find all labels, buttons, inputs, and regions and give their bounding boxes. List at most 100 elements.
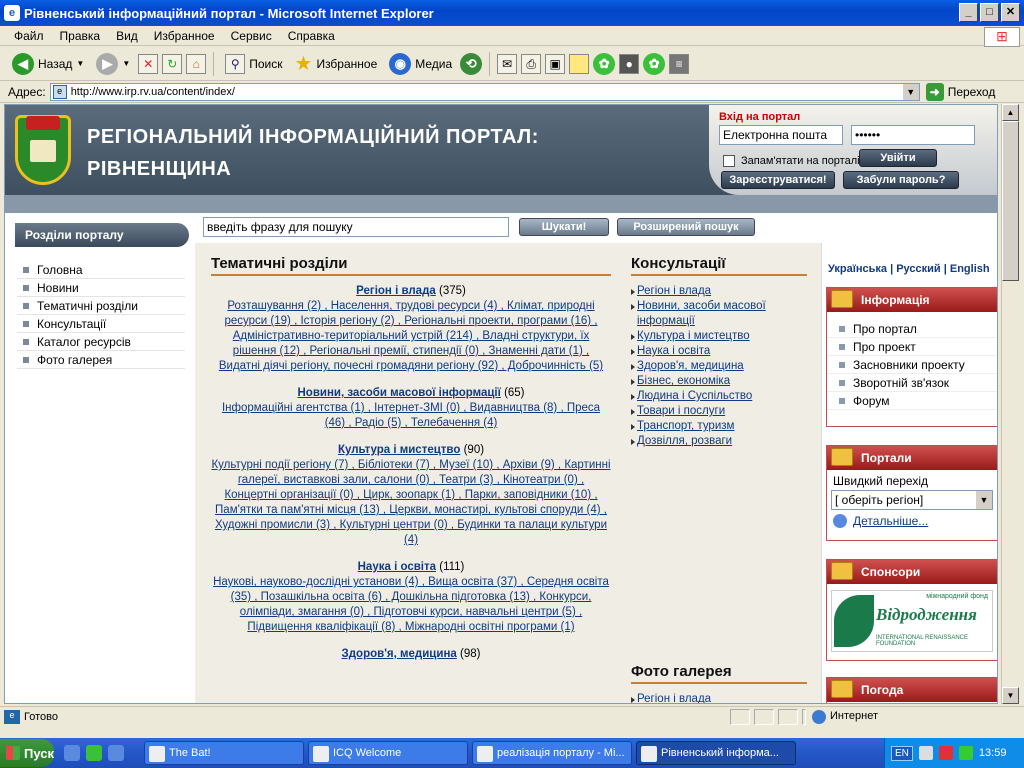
tray-antivirus-icon[interactable] [938, 746, 953, 760]
home-icon[interactable]: ⌂ [186, 53, 207, 74]
consult-link[interactable]: Наука і освіта [631, 344, 807, 359]
lang-ukrainian[interactable]: Українська [828, 263, 887, 275]
consult-link[interactable]: Транспорт, туризм [631, 419, 807, 434]
tool-icon[interactable]: ≡ [669, 53, 690, 74]
search-submit-button[interactable]: Шукати! [519, 218, 609, 236]
forgot-password-button[interactable]: Забули пароль? [843, 171, 959, 189]
menu-help[interactable]: Справка [280, 29, 343, 43]
sidebar-item-home[interactable]: Головна [17, 261, 185, 279]
back-dropdown-icon[interactable]: ▼ [76, 59, 84, 68]
task-icq[interactable]: ICQ Welcome [308, 741, 468, 765]
sponsor-logo[interactable]: міжнародний фонд Відродження INTERNATION… [831, 590, 993, 652]
task-ie[interactable]: Рівненський інформа... [636, 741, 796, 765]
task-word[interactable]: реалізація порталу - Mi... [472, 741, 632, 765]
tray-status-icon[interactable] [958, 746, 973, 760]
sidebar-item-thematic[interactable]: Тематичні розділи [17, 297, 185, 315]
register-button[interactable]: Зареєструватися! [721, 171, 835, 189]
menu-edit[interactable]: Правка [52, 29, 109, 43]
ie-launch-icon[interactable] [64, 745, 80, 761]
section-subitems[interactable]: Наукові, науково-дослідні установи (4) ,… [213, 576, 609, 633]
consult-link[interactable]: Людина і Суспільство [631, 389, 807, 404]
address-input[interactable]: e http://www.irp.rv.ua/content/index/ ▼ [49, 82, 920, 101]
print-icon[interactable]: ⎙ [521, 53, 542, 74]
section-subitems[interactable]: Культурні події регіону (7) , Бібліотеки… [211, 459, 610, 546]
consult-link[interactable]: Регіон і влада [631, 284, 807, 299]
info-link-about[interactable]: Про портал [827, 320, 997, 338]
maximize-button[interactable]: □ [980, 3, 999, 22]
messenger-icon[interactable]: ● [619, 53, 640, 74]
weather-heading-text: Погода [861, 683, 904, 697]
section-subitems[interactable]: Розташування (2) , Населення, трудові ре… [219, 300, 603, 372]
info-link-founders[interactable]: Засновники проекту [827, 356, 997, 374]
menu-tools[interactable]: Сервис [223, 29, 280, 43]
note-icon[interactable] [569, 53, 590, 74]
address-dropdown-icon[interactable]: ▼ [902, 83, 919, 100]
scroll-up-icon[interactable]: ▲ [1002, 104, 1019, 121]
info-link-forum[interactable]: Форум [827, 392, 997, 410]
lang-english[interactable]: English [950, 263, 990, 275]
mail-icon[interactable]: ✉ [497, 53, 518, 74]
section-title-link[interactable]: Наука і освіта [358, 561, 436, 573]
sidebar-item-consult[interactable]: Консультації [17, 315, 185, 333]
scroll-thumb[interactable] [1002, 121, 1019, 281]
chevron-down-icon[interactable]: ▼ [976, 491, 992, 509]
sidebar-item-gallery[interactable]: Фото галерея [17, 351, 185, 369]
consult-link[interactable]: Дозвілля, розваги [631, 434, 807, 449]
favorites-label: Избранное [316, 56, 378, 71]
search-input[interactable]: введіть фразу для пошуку [203, 217, 509, 237]
section-title-link[interactable]: Здоров'я, медицина [342, 648, 457, 660]
search-button[interactable]: ⚲ Поиск [221, 52, 286, 76]
start-button[interactable]: Пуск [0, 739, 54, 767]
login-button[interactable]: Увійти [859, 149, 937, 167]
media-button[interactable]: ◉ Медиа [385, 51, 456, 77]
portal-title-line2: РІВНЕНЩИНА [87, 158, 232, 180]
icq-flower-icon[interactable]: ✿ [643, 52, 666, 75]
stop-icon[interactable]: ✕ [138, 53, 159, 74]
consult-link[interactable]: Культура і мистецтво [631, 329, 807, 344]
advanced-search-button[interactable]: Розширений пошук [617, 218, 755, 236]
back-button[interactable]: ◀ Назад ▼ [8, 51, 88, 77]
minimize-button[interactable]: _ [959, 3, 978, 22]
consult-link[interactable]: Бізнес, економіка [631, 374, 807, 389]
password-field[interactable] [851, 125, 975, 145]
desktop-launch-icon[interactable] [108, 745, 124, 761]
photo-link[interactable]: Регіон і влада [631, 692, 807, 703]
forward-dropdown-icon[interactable]: ▼ [122, 59, 130, 68]
word-icon [477, 746, 493, 762]
consult-link[interactable]: Новини, засоби масової інформації [631, 299, 807, 329]
remember-checkbox[interactable] [723, 155, 735, 167]
go-button[interactable]: ➜ Переход [925, 82, 995, 101]
email-field[interactable] [719, 125, 843, 145]
more-link[interactable]: Детальніше... [827, 512, 997, 530]
refresh-icon[interactable]: ↻ [162, 53, 183, 74]
forward-button[interactable]: ▶ ▼ [92, 51, 134, 77]
consult-link[interactable]: Здоров'я, медицина [631, 359, 807, 374]
language-indicator[interactable]: EN [891, 745, 913, 761]
edit-icon[interactable]: ▣ [545, 53, 566, 74]
task-the-bat[interactable]: The Bat! [144, 741, 304, 765]
scroll-down-icon[interactable]: ▼ [1002, 687, 1019, 704]
info-link-feedback[interactable]: Зворотній зв'язок [827, 374, 997, 392]
lang-russian[interactable]: Русский [896, 263, 940, 275]
info-link-project[interactable]: Про проект [827, 338, 997, 356]
icq-flower-icon[interactable]: ✿ [593, 52, 616, 75]
menu-favorites[interactable]: Избранное [146, 29, 223, 43]
vertical-scrollbar[interactable]: ▲ ▼ [1001, 104, 1019, 704]
section-count: (375) [438, 285, 466, 297]
favorites-button[interactable]: ★ Избранное [291, 49, 382, 78]
icq-launch-icon[interactable] [86, 745, 102, 761]
section-title-link[interactable]: Культура і мистецтво [338, 444, 460, 456]
region-select[interactable]: [ оберіть регіон] ▼ [831, 490, 993, 510]
menu-file[interactable]: Файл [6, 29, 52, 43]
section-title-link[interactable]: Новини, засоби масової інформації [297, 387, 500, 399]
history-icon[interactable]: ⟲ [460, 52, 483, 75]
close-button[interactable]: ✕ [1001, 3, 1020, 22]
tray-help-icon[interactable] [918, 746, 933, 760]
section-title-link[interactable]: Регіон і влада [356, 285, 436, 297]
menu-view[interactable]: Вид [108, 29, 146, 43]
title-bar[interactable]: e Рівненський інформаційний портал - Mic… [0, 0, 1024, 26]
consult-link[interactable]: Товари і послуги [631, 404, 807, 419]
sidebar-item-catalog[interactable]: Каталог ресурсів [17, 333, 185, 351]
sidebar-item-news[interactable]: Новини [17, 279, 185, 297]
section-subitems[interactable]: Інформаційні агентства (1) , Інтернет-ЗМ… [222, 402, 600, 429]
